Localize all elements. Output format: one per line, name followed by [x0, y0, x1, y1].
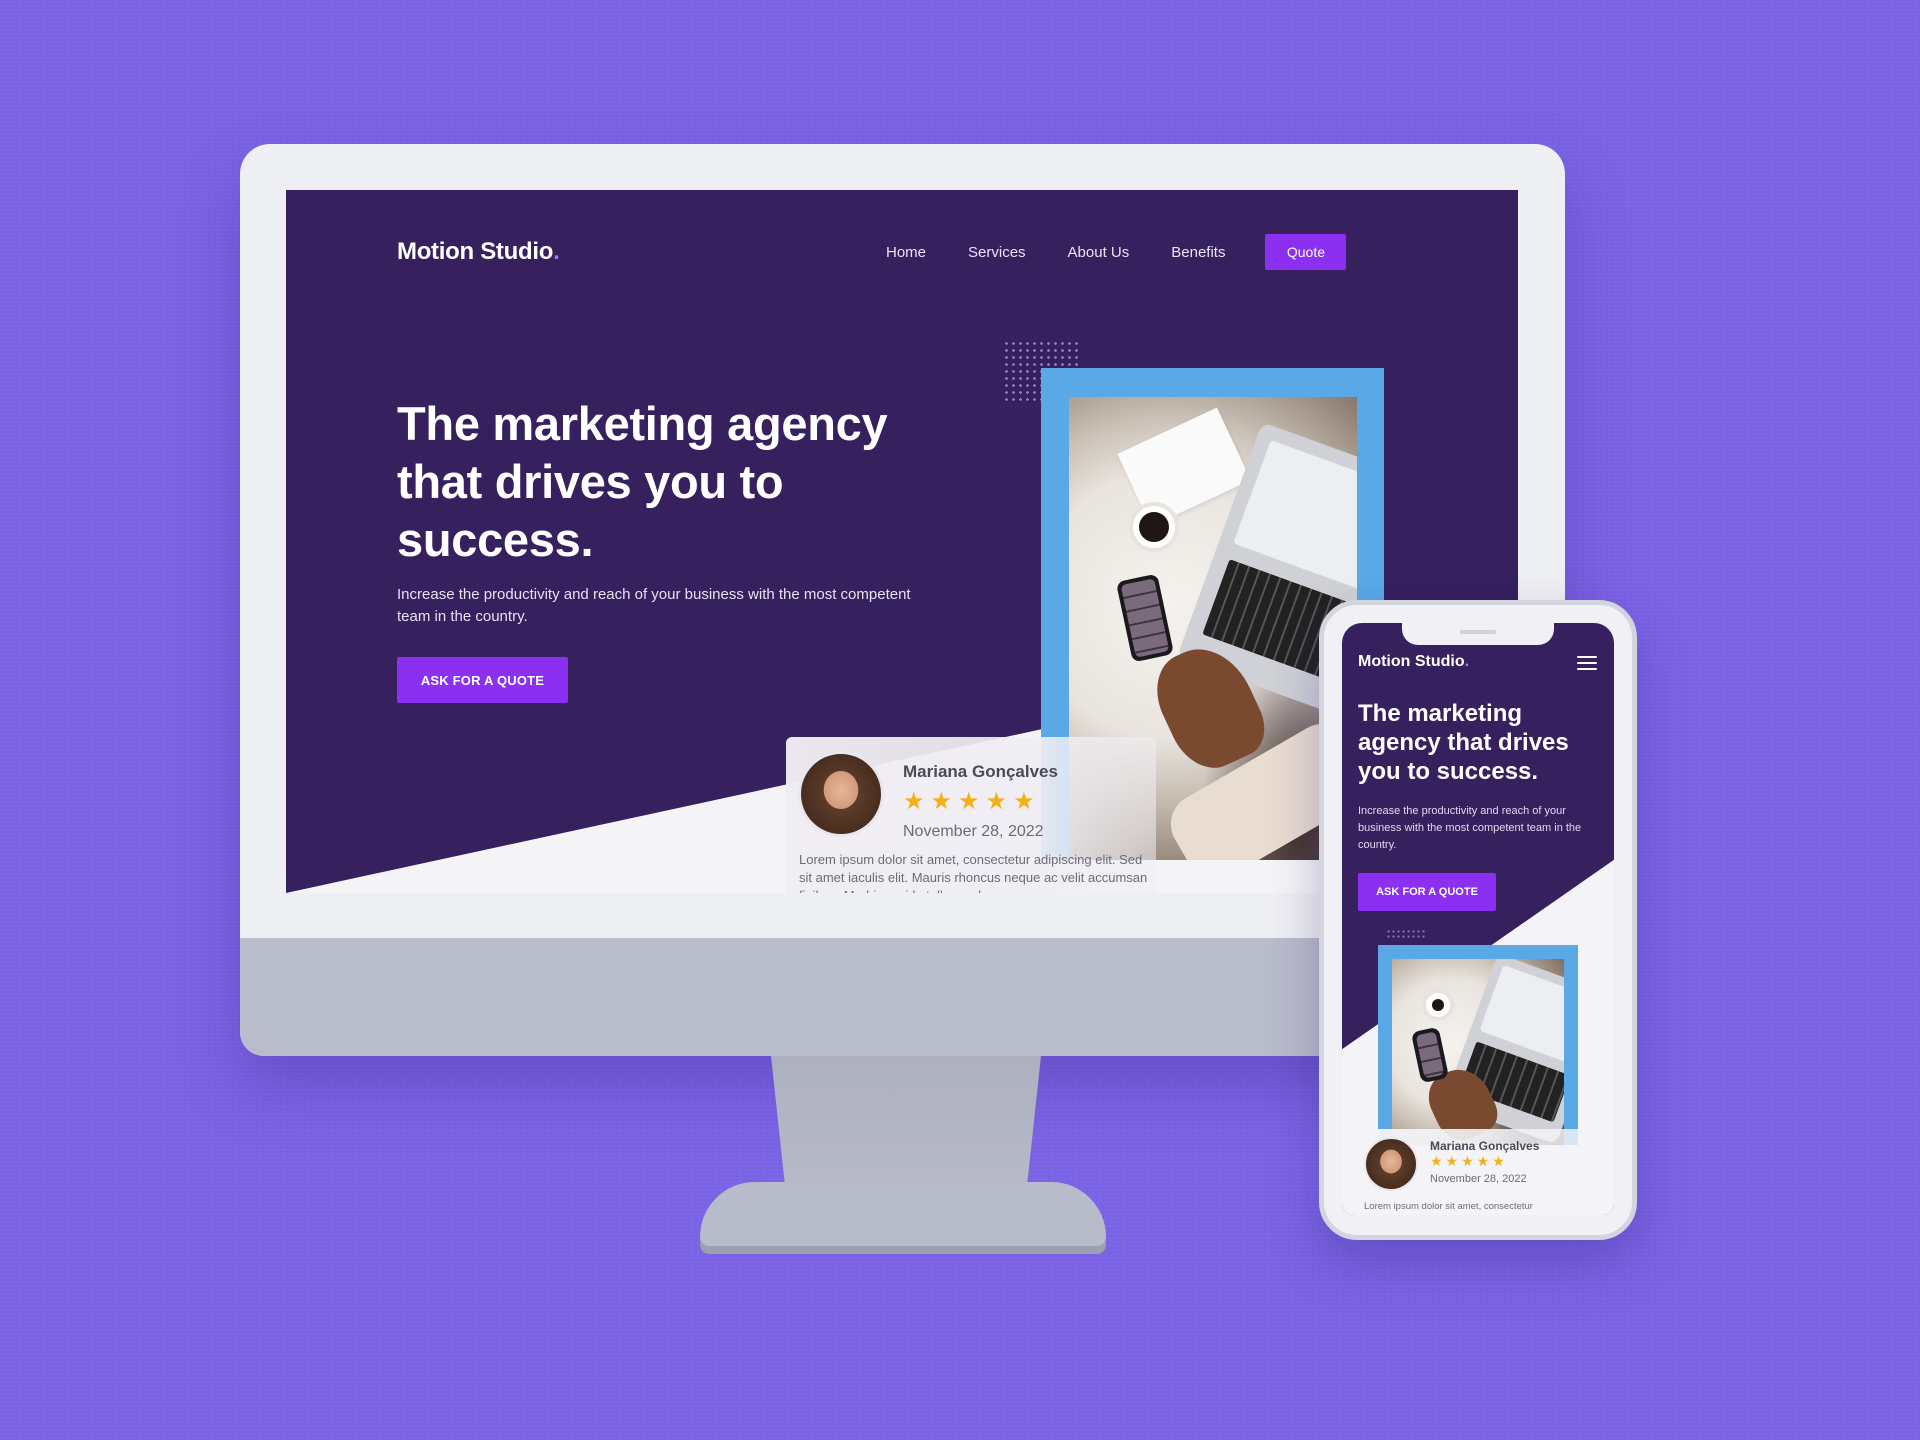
hero-subtext: Increase the productivity and reach of y…: [397, 586, 911, 625]
mobile-hero-headline: The marketing agency that drives you to …: [1358, 700, 1569, 785]
mobile-rating-stars-icon: ★★★★★: [1430, 1153, 1508, 1169]
nav-benefits[interactable]: Benefits: [1171, 244, 1225, 261]
nav-about-us[interactable]: About Us: [1068, 244, 1130, 261]
mobile-reviewer-name: Mariana Gonçalves: [1430, 1139, 1540, 1153]
mobile-reviewer-avatar: [1364, 1137, 1418, 1191]
reviewer-name: Mariana Gonçalves: [903, 762, 1058, 781]
phone-notch: [1402, 623, 1554, 645]
quote-button[interactable]: Quote: [1265, 234, 1347, 270]
review-card: Mariana Gonçalves ★★★★★ November 28, 202…: [786, 737, 1156, 893]
hamburger-menu-icon[interactable]: [1577, 656, 1597, 670]
mobile-review-date: November 28, 2022: [1430, 1173, 1527, 1185]
hero-headline: The marketing agency that drives you to …: [397, 397, 888, 566]
mobile-review-card: Mariana Gonçalves ★★★★★ November 28, 202…: [1356, 1129, 1604, 1215]
mobile-site-logo[interactable]: Motion Studio.: [1358, 653, 1469, 671]
site-logo[interactable]: Motion Studio.: [397, 238, 560, 266]
mobile-ask-for-quote-button[interactable]: ASK FOR A QUOTE: [1358, 873, 1496, 911]
mobile-screen: Motion Studio. The marketing agency that…: [1342, 623, 1614, 1215]
review-date: November 28, 2022: [903, 823, 1044, 840]
nav-home[interactable]: Home: [886, 244, 926, 261]
monitor-stand-base: [700, 1182, 1106, 1246]
nav-services[interactable]: Services: [968, 244, 1026, 261]
rating-stars-icon: ★★★★★: [903, 788, 1041, 815]
reviewer-avatar: [798, 751, 884, 837]
mobile-phone: Motion Studio. The marketing agency that…: [1319, 600, 1637, 1240]
mobile-hero-photo: [1392, 959, 1564, 1145]
ask-for-quote-button[interactable]: ASK FOR A QUOTE: [397, 657, 568, 703]
mobile-decorative-dot-grid: [1386, 929, 1426, 939]
mobile-hero-subtext: Increase the productivity and reach of y…: [1358, 805, 1582, 851]
main-nav: Home Services About Us Benefits Quote: [886, 234, 1347, 270]
mobile-review-text: Lorem ipsum dolor sit amet, consectetur: [1364, 1201, 1533, 1212]
review-text: Lorem ipsum dolor sit amet, consectetur …: [799, 852, 1148, 893]
